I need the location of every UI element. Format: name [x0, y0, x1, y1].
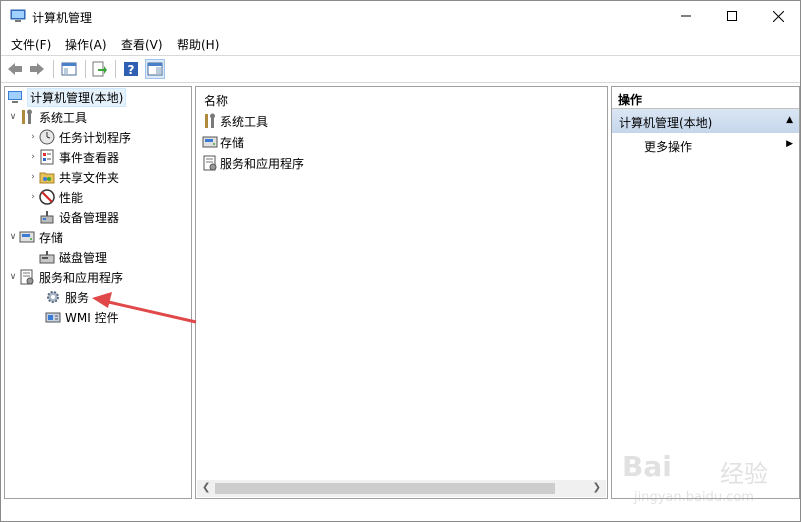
show-hide-action-pane-button[interactable]: [145, 59, 165, 79]
more-actions-link[interactable]: 更多操作: [644, 138, 692, 155]
storage-icon: [19, 231, 35, 243]
scrollbar-thumb[interactable]: [215, 483, 555, 494]
tree-item-task-scheduler[interactable]: › 任务计划程序: [27, 127, 131, 147]
collapse-up-icon[interactable]: ▲: [786, 115, 793, 125]
tree-item-services-apps[interactable]: ∨ 服务和应用程序: [7, 267, 123, 287]
console-tree-pane: 计算机管理(本地) ∨ 系统工具 › 任务计划程序 › 事件查看器 › 共享文件…: [4, 86, 192, 499]
tree-label-task-scheduler: 任务计划程序: [59, 130, 132, 145]
storage-icon: [202, 136, 218, 148]
column-header-name[interactable]: 名称: [204, 92, 228, 109]
back-button[interactable]: [5, 59, 25, 79]
menu-help[interactable]: 帮助(H): [177, 36, 219, 53]
tree-item-performance[interactable]: › 性能: [27, 187, 83, 207]
submenu-arrow-icon: ▶: [786, 139, 793, 149]
tree-label-services: 服务: [65, 290, 90, 305]
tree-item-root[interactable]: 计算机管理(本地): [7, 87, 127, 107]
shared-folder-icon: [39, 172, 55, 184]
event-viewer-icon: [40, 149, 54, 165]
chevron-right-icon[interactable]: ›: [27, 132, 39, 142]
list-item-storage[interactable]: 存储: [202, 132, 244, 152]
actions-header: 操作: [612, 87, 799, 109]
export-list-icon: [92, 61, 107, 77]
services-apps-icon: [20, 269, 34, 285]
list-item-label: 系统工具: [220, 114, 269, 129]
tree-label-storage: 存储: [39, 230, 64, 245]
title-bar: 计算机管理: [1, 1, 800, 32]
scroll-left-icon[interactable]: ❮: [202, 482, 210, 493]
menu-action[interactable]: 操作(A): [65, 36, 107, 53]
watermark-brand: Bai: [622, 450, 672, 483]
services-gear-icon: [47, 291, 59, 303]
list-item-label: 服务和应用程序: [220, 156, 305, 171]
list-item-services-apps[interactable]: 服务和应用程序: [202, 153, 304, 173]
computer-management-icon: [10, 9, 26, 22]
export-list-button[interactable]: [89, 59, 109, 79]
tree-item-storage[interactable]: ∨ 存储: [7, 227, 63, 247]
forward-button[interactable]: [27, 59, 47, 79]
close-icon: [772, 10, 784, 22]
horizontal-scrollbar[interactable]: ❮ ❯: [197, 480, 606, 497]
chevron-down-icon[interactable]: ∨: [7, 112, 19, 122]
menu-view[interactable]: 查看(V): [121, 36, 163, 53]
close-button[interactable]: [755, 1, 801, 31]
tree-item-device-manager[interactable]: 设备管理器: [39, 207, 119, 227]
performance-icon: [39, 189, 55, 205]
window-title: 计算机管理: [32, 11, 93, 25]
minimize-icon: [681, 15, 691, 17]
actions-section-label: 计算机管理(本地): [619, 116, 713, 130]
list-item-label: 存储: [220, 135, 245, 150]
tree-item-shared-folders[interactable]: › 共享文件夹: [27, 167, 119, 187]
watermark-text: 经验: [720, 460, 768, 488]
chevron-down-icon[interactable]: ∨: [7, 232, 19, 242]
tree-label-shared-folders: 共享文件夹: [59, 170, 120, 185]
tree-label-services-apps: 服务和应用程序: [39, 270, 124, 285]
tree-label-system-tools: 系统工具: [39, 110, 88, 125]
disk-management-icon: [39, 251, 55, 264]
watermark-logo: Bai 经验 jingyan.baidu.com: [612, 440, 800, 520]
console-tree-icon: [61, 62, 77, 76]
watermark-url: jingyan.baidu.com: [634, 490, 754, 505]
help-icon: ?: [124, 62, 138, 77]
tree-label-root: 计算机管理(本地): [27, 87, 127, 107]
forward-arrow-icon: [30, 63, 44, 75]
actions-pane: 操作 计算机管理(本地) ▲ 更多操作 ▶: [611, 86, 800, 499]
chevron-right-icon[interactable]: ›: [27, 152, 39, 162]
tree-label-wmi: WMI 控件: [65, 310, 119, 325]
tree-item-disk-management[interactable]: 磁盘管理: [39, 247, 107, 267]
device-manager-icon: [40, 211, 54, 224]
tree-label-event-viewer: 事件查看器: [59, 150, 120, 165]
back-arrow-icon: [8, 63, 22, 75]
chevron-down-icon[interactable]: ∨: [7, 272, 19, 282]
tree-item-services[interactable]: 服务: [45, 287, 89, 307]
wmi-control-icon: [45, 312, 61, 323]
tree-label-performance: 性能: [59, 190, 84, 205]
system-tools-icon: [205, 113, 215, 128]
maximize-button[interactable]: [709, 1, 755, 31]
menu-bar: 文件(F) 操作(A) 查看(V) 帮助(H): [1, 32, 800, 54]
toolbar: ?: [1, 55, 800, 83]
chevron-right-icon[interactable]: ›: [27, 172, 39, 182]
show-hide-console-tree-button[interactable]: [59, 59, 79, 79]
clock-icon: [39, 129, 55, 145]
tree-label-disk-management: 磁盘管理: [59, 250, 108, 265]
scroll-right-icon[interactable]: ❯: [593, 482, 601, 493]
tree-item-wmi[interactable]: WMI 控件: [45, 307, 119, 327]
tree-label-device-manager: 设备管理器: [59, 210, 120, 225]
maximize-icon: [727, 11, 737, 21]
menu-file[interactable]: 文件(F): [11, 36, 51, 53]
svg-text:?: ?: [128, 63, 135, 77]
actions-section-computer-management[interactable]: 计算机管理(本地) ▲: [612, 109, 799, 133]
minimize-button[interactable]: [663, 1, 709, 31]
action-pane-icon: [147, 62, 163, 76]
tree-item-event-viewer[interactable]: › 事件查看器: [27, 147, 119, 167]
computer-management-icon: [8, 91, 22, 103]
tree-item-system-tools[interactable]: ∨ 系统工具: [7, 107, 87, 127]
results-pane: 名称 系统工具 存储 服务和应用程序 ❮ ❯: [195, 86, 608, 499]
services-apps-icon: [203, 155, 217, 171]
system-tools-icon: [22, 109, 32, 124]
help-button[interactable]: ?: [121, 59, 141, 79]
list-item-system-tools[interactable]: 系统工具: [202, 111, 268, 131]
chevron-right-icon[interactable]: ›: [27, 192, 39, 202]
